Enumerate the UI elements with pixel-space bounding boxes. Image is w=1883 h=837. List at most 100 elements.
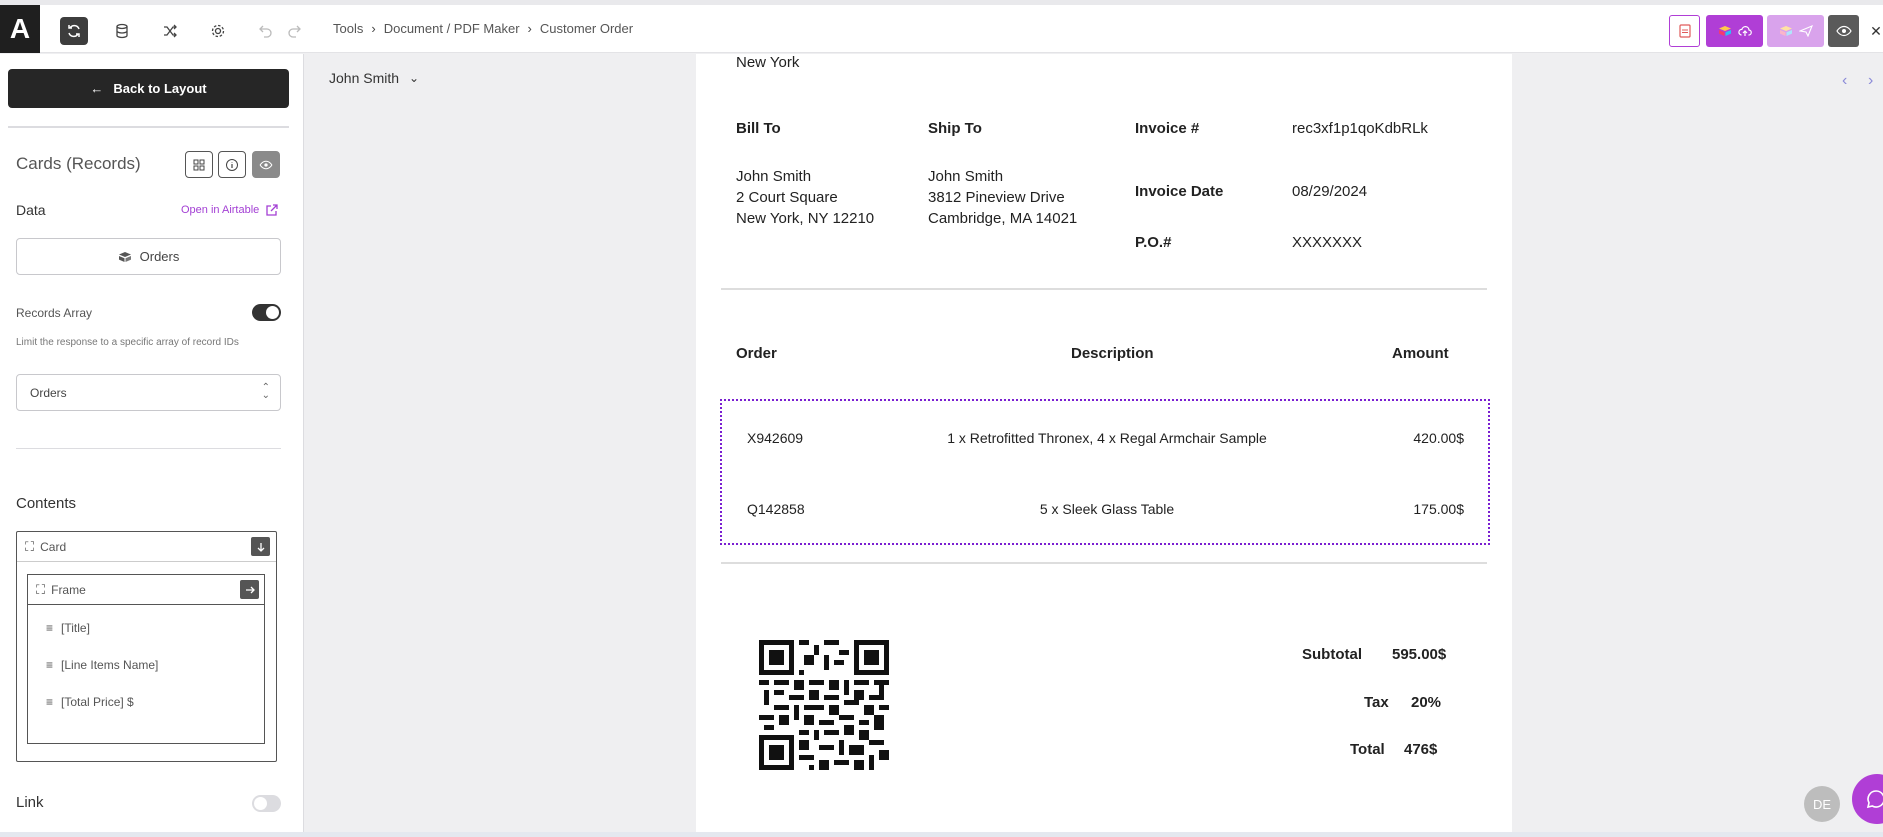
airtable-icon [1718, 26, 1731, 36]
pdf-document-button[interactable] [1669, 15, 1700, 47]
arrow-right-icon[interactable] [240, 580, 259, 599]
total-label: Total [1350, 741, 1385, 758]
breadcrumb-item-tools[interactable]: Tools [333, 21, 363, 36]
amount-column-header: Amount [1392, 345, 1449, 362]
close-icon[interactable]: ✕ [1869, 15, 1883, 47]
external-link-icon [266, 204, 278, 216]
open-in-airtable-link[interactable]: Open in Airtable [181, 203, 279, 217]
link-label: Link [16, 794, 44, 811]
top-toolbar: A Tools › Document / PDF Maker › Custome… [0, 5, 1883, 53]
order-description: 5 x Sleek Glass Table [1039, 501, 1175, 517]
text-lines-icon: ≡ [46, 621, 54, 635]
text-lines-icon: ≡ [46, 695, 54, 709]
breadcrumb: Tools › Document / PDF Maker › Customer … [333, 21, 633, 36]
shuffle-icon[interactable] [156, 17, 184, 45]
frame-row[interactable]: ⛶ Frame [28, 575, 264, 605]
text-lines-icon: ≡ [46, 658, 54, 672]
chat-widget-button[interactable] [1852, 774, 1883, 824]
section-title: Cards (Records) [16, 154, 141, 173]
app-logo[interactable]: A [0, 5, 40, 53]
divider [8, 126, 289, 128]
airtable-icon [118, 251, 131, 262]
tax-label: Tax [1364, 694, 1389, 711]
preview-button[interactable] [1828, 15, 1859, 47]
breadcrumb-item-pdf-maker[interactable]: Document / PDF Maker [384, 21, 520, 36]
properties-panel: ← Back to Layout Cards (Records) Data Op… [0, 54, 304, 832]
document-page[interactable]: New York Bill To Ship To Invoice # rec3x… [696, 54, 1512, 832]
records-array-toggle[interactable] [252, 304, 281, 321]
next-record-icon[interactable]: › [1868, 72, 1873, 90]
ship-to-name: John Smith [928, 168, 1004, 185]
total-value: 476$ [1404, 741, 1438, 758]
order-description: 1 x Retrofitted Thronex, 4 x Regal Armch… [947, 430, 1267, 446]
chat-icon [1866, 790, 1883, 809]
description-column-header: Description [1071, 345, 1154, 362]
redo-icon[interactable] [280, 17, 308, 45]
data-source-select[interactable]: Orders [16, 238, 281, 275]
bill-to-street: 2 Court Square [736, 189, 838, 206]
back-to-layout-button[interactable]: ← Back to Layout [8, 69, 289, 108]
chevron-right-icon: › [527, 21, 532, 36]
link-toggle[interactable] [252, 795, 281, 812]
order-amount: 420.00$ [1413, 430, 1464, 446]
chevron-right-icon: › [371, 21, 376, 36]
grid-icon[interactable] [185, 151, 213, 178]
card-container[interactable]: ⛶ Card ⛶ Frame ≡ [Title] ≡ [Line Items N… [16, 531, 277, 762]
undo-icon[interactable] [252, 17, 280, 45]
chevron-updown-icon: ⌃ ⌄ [261, 382, 270, 401]
send-icon [1798, 25, 1813, 37]
bill-to-label: Bill To [736, 120, 781, 137]
eye-icon[interactable] [252, 151, 280, 178]
arrow-down-icon[interactable] [251, 537, 270, 556]
divider [721, 288, 1487, 290]
frame-corners-icon: ⛶ [36, 581, 46, 597]
data-label: Data [16, 202, 46, 218]
ship-to-label: Ship To [928, 120, 982, 137]
airtable-icon [1779, 26, 1792, 36]
breadcrumb-item-current: Customer Order [539, 21, 634, 36]
qr-code-image [759, 640, 889, 770]
info-icon[interactable] [218, 151, 246, 178]
document-icon [1678, 24, 1691, 38]
bill-to-city: New York, NY 12210 [736, 210, 875, 227]
record-selector[interactable]: John Smith ⌄ [329, 70, 419, 86]
card-row[interactable]: ⛶ Card [17, 532, 276, 562]
selected-cards-frame[interactable]: X942609 1 x Retrofitted Thronex, 4 x Reg… [720, 399, 1490, 545]
previous-record-icon[interactable]: ‹ [1842, 72, 1847, 90]
gear-icon[interactable] [204, 17, 232, 45]
invoice-date-value: 08/29/2024 [1292, 183, 1368, 200]
field-item-title[interactable]: ≡ [Title] [46, 621, 90, 635]
field-item-line-items[interactable]: ≡ [Line Items Name] [46, 658, 158, 672]
contents-label: Contents [16, 495, 77, 512]
database-icon[interactable] [108, 17, 136, 45]
upload-to-airtable-button[interactable] [1706, 15, 1763, 47]
company-city: New York [736, 54, 800, 71]
refresh-icon[interactable] [60, 17, 88, 45]
records-array-label: Records Array [16, 306, 93, 320]
records-array-hint: Limit the response to a specific array o… [16, 337, 239, 348]
divider [721, 562, 1487, 564]
frame-corners-icon: ⛶ [25, 538, 35, 554]
po-label: P.O.# [1135, 234, 1172, 251]
arrow-left-icon: ← [90, 81, 104, 96]
subtotal-label: Subtotal [1302, 646, 1362, 663]
send-to-airtable-button[interactable] [1767, 15, 1824, 47]
subtotal-value: 595.00$ [1392, 646, 1447, 663]
records-array-select[interactable]: Orders ⌃ ⌄ [16, 374, 281, 411]
order-column-header: Order [736, 345, 777, 362]
invoice-number-value: rec3xf1p1qoKdbRLk [1292, 120, 1428, 137]
chevron-down-icon: ⌄ [409, 71, 420, 85]
ship-to-city: Cambridge, MA 14021 [928, 210, 1078, 227]
invoice-date-label: Invoice Date [1135, 183, 1224, 200]
tax-value: 20% [1411, 694, 1442, 711]
eye-icon [1835, 25, 1852, 37]
order-amount: 175.00$ [1413, 501, 1464, 517]
field-item-total-price[interactable]: ≡ [Total Price] $ [46, 695, 134, 709]
frame-container[interactable]: ⛶ Frame ≡ [Title] ≡ [Line Items Name] ≡ … [27, 574, 265, 744]
cloud-upload-icon [1737, 26, 1752, 36]
po-value: XXXXXXX [1292, 234, 1363, 251]
avatar[interactable]: DE [1804, 786, 1840, 822]
bottom-edge [0, 832, 1883, 837]
bill-to-name: John Smith [736, 168, 812, 185]
ship-to-street: 3812 Pineview Drive [928, 189, 1065, 206]
